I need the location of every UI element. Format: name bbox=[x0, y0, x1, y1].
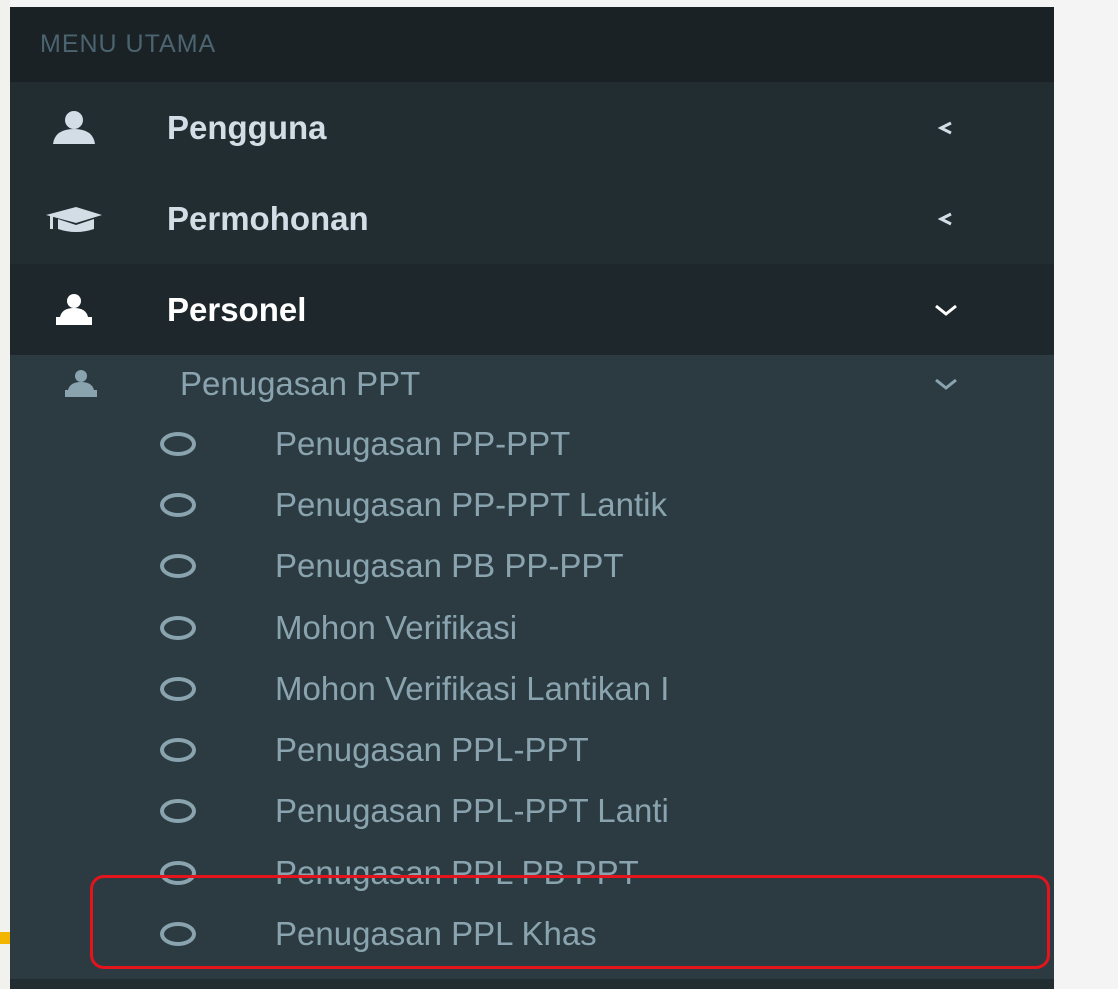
submenu-item-label: Mohon Verifikasi Lantikan I bbox=[275, 669, 670, 707]
sidebar-item-personel[interactable]: Personel bbox=[10, 264, 1054, 355]
sidebar-item-label: Personel bbox=[167, 290, 307, 328]
submenu-item-label: Mohon Verifikasi bbox=[275, 608, 518, 646]
submenu-item[interactable]: Penugasan PP-PPT Lantik bbox=[10, 474, 1054, 535]
submenu-item-highlighted[interactable]: Penugasan PB PP-PPT bbox=[10, 536, 1054, 597]
chevron-down-icon bbox=[928, 292, 964, 328]
sidebar-item-label: Pengguna bbox=[167, 108, 327, 146]
submenu-item[interactable]: Penugasan PPL-PPT bbox=[10, 719, 1054, 780]
accent-mark bbox=[0, 932, 10, 944]
chevron-left-icon bbox=[928, 201, 964, 237]
submenu-item[interactable]: Penugasan PPL-PPT Lanti bbox=[10, 781, 1054, 842]
submenu-item-penugasan-ppt[interactable]: Penugasan PPT bbox=[10, 355, 1054, 413]
sidebar-item-label: Permohonan bbox=[167, 199, 369, 237]
submenu-item[interactable]: Penugasan PP-PPT bbox=[10, 413, 1054, 474]
graduation-cap-icon bbox=[44, 199, 104, 239]
circle-icon bbox=[160, 615, 196, 640]
submenu-item-label: Penugasan PB PP-PPT bbox=[275, 547, 624, 585]
submenu-item-label: Penugasan PPL-PPT Lanti bbox=[275, 792, 669, 830]
circle-icon bbox=[160, 738, 196, 763]
sitemap-icon bbox=[58, 364, 104, 404]
submenu-item[interactable]: Mohon Verifikasi bbox=[10, 597, 1054, 658]
circle-icon bbox=[160, 554, 196, 579]
submenu-item-label: Penugasan PPL PB PPT bbox=[275, 853, 639, 891]
menu-header: MENU UTAMA bbox=[10, 7, 1054, 82]
submenu-label: Penugasan PPT bbox=[180, 365, 421, 402]
submenu-item[interactable]: Penugasan PPL Khas bbox=[10, 903, 1054, 964]
submenu-item[interactable]: Mohon Verifikasi Lantikan I bbox=[10, 658, 1054, 719]
circle-icon bbox=[160, 676, 196, 701]
circle-icon bbox=[160, 431, 196, 456]
submenu-item-label: Penugasan PP-PPT Lantik bbox=[275, 485, 667, 523]
sidebar-item-pengguna[interactable]: Pengguna bbox=[10, 82, 1054, 173]
chevron-left-icon bbox=[928, 110, 964, 146]
submenu-item[interactable]: Penugasan PPL PB PPT bbox=[10, 842, 1054, 903]
sidebar-menu: MENU UTAMA Pengguna Permohonan Personel … bbox=[10, 7, 1054, 989]
submenu-item-label: Penugasan PPL-PPT bbox=[275, 731, 589, 769]
submenu-item-label: Penugasan PPL Khas bbox=[275, 915, 597, 953]
sitemap-icon bbox=[44, 290, 104, 330]
page-background bbox=[0, 0, 10, 989]
sidebar-item-permohonan[interactable]: Permohonan bbox=[10, 173, 1054, 264]
submenu-item-label: Penugasan PP-PPT bbox=[275, 424, 571, 462]
circle-icon bbox=[160, 799, 196, 824]
submenu-personel: Penugasan PPT Penugasan PP-PPT Penugasan… bbox=[10, 355, 1054, 979]
circle-icon bbox=[160, 492, 196, 517]
chevron-down-icon bbox=[928, 366, 964, 402]
circle-icon bbox=[160, 860, 196, 885]
circle-icon bbox=[160, 922, 196, 947]
user-icon bbox=[44, 108, 104, 148]
